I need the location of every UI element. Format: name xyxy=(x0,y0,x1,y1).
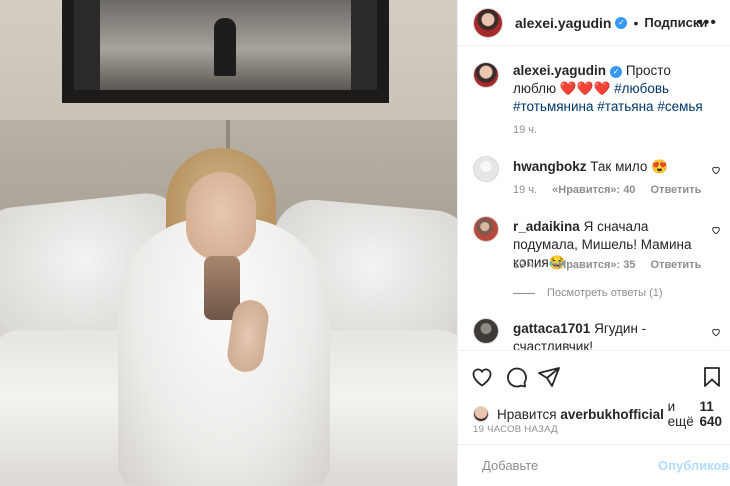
caption-text: alexei.yagudin ✓ Просто люблю ❤️❤️❤️ #люб… xyxy=(513,62,713,116)
comment-username[interactable]: r_adaikina xyxy=(513,219,580,234)
post-photo[interactable] xyxy=(0,0,457,486)
comment-input[interactable] xyxy=(482,458,658,473)
post-timestamp[interactable]: 19 ЧАСОВ НАЗАД xyxy=(473,424,558,435)
comment-text: gattaca1701 Ягудин - счастливчик! xyxy=(513,320,713,350)
hashtag[interactable]: #тотьмянина xyxy=(513,99,594,114)
caption-emoji: ❤️❤️❤️ xyxy=(559,81,611,96)
action-bar xyxy=(458,350,730,396)
publish-button[interactable]: Опубликовать xyxy=(658,458,730,473)
comment-likes[interactable]: «Нравится»: 35 xyxy=(552,259,635,271)
replies-line xyxy=(513,292,535,294)
photo-picture xyxy=(74,0,377,90)
heart-icon[interactable] xyxy=(711,165,721,175)
liker-avatar[interactable] xyxy=(473,406,489,422)
add-comment-bar: Опубликовать xyxy=(458,444,730,486)
comment-icon[interactable] xyxy=(504,365,528,389)
caption-meta: 19 ч. xyxy=(513,124,549,136)
likes-suffix: и ещё xyxy=(667,399,694,429)
bookmark-icon[interactable] xyxy=(700,365,724,389)
comment-time: 19 ч. xyxy=(513,259,538,271)
verified-icon: ✓ xyxy=(610,66,623,78)
comment-time: 19 ч. xyxy=(513,184,538,196)
caption-username[interactable]: alexei.yagudin xyxy=(513,63,606,78)
post-header: alexei.yagudin ✓ • Подписки ••• xyxy=(458,0,730,46)
hashtag[interactable]: #любовь xyxy=(614,81,669,96)
comment-meta: 19 ч. «Нравится»: 40 Ответить xyxy=(513,184,713,196)
comments-list[interactable]: alexei.yagudin ✓ Просто люблю ❤️❤️❤️ #люб… xyxy=(458,46,730,350)
comment-avatar[interactable] xyxy=(473,216,499,242)
comment-text: hwangbokz Так мило 😍 xyxy=(513,158,713,176)
reply-button[interactable]: Ответить xyxy=(651,259,702,271)
photo-picture-column xyxy=(74,0,100,90)
photo-person xyxy=(118,148,330,486)
header-separator: • xyxy=(633,14,639,31)
photo-picture-frame xyxy=(62,0,389,103)
liker-username[interactable]: averbukhofficial xyxy=(560,407,664,422)
hashtag[interactable]: #семья xyxy=(657,99,702,114)
instagram-post: alexei.yagudin ✓ • Подписки ••• alexei.y… xyxy=(0,0,730,486)
view-replies-button[interactable]: Посмотреть ответы (1) xyxy=(513,287,663,299)
view-replies-label: Посмотреть ответы (1) xyxy=(547,287,663,299)
comment-username[interactable]: gattaca1701 xyxy=(513,321,590,336)
post-side-panel: alexei.yagudin ✓ • Подписки ••• alexei.y… xyxy=(457,0,730,486)
comment-body: Так мило 😍 xyxy=(590,159,668,174)
photo-picture-figure xyxy=(214,18,236,76)
likes-count[interactable]: 11 640 xyxy=(700,399,730,429)
comment-likes[interactable]: «Нравится»: 40 xyxy=(552,184,635,196)
verified-icon: ✓ xyxy=(615,16,628,29)
author-username[interactable]: alexei.yagudin xyxy=(515,15,611,31)
heart-icon[interactable] xyxy=(470,365,494,389)
author-avatar[interactable] xyxy=(473,7,503,38)
caption-avatar[interactable] xyxy=(473,62,499,88)
share-icon[interactable] xyxy=(537,365,561,389)
likes-prefix: Нравится xyxy=(497,406,557,422)
caption-time: 19 ч. xyxy=(513,124,538,136)
photo-face xyxy=(186,172,256,260)
comment-username[interactable]: hwangbokz xyxy=(513,159,587,174)
comment-avatar[interactable] xyxy=(473,156,499,182)
heart-icon[interactable] xyxy=(711,225,721,235)
comment-meta: 19 ч. «Нравится»: 35 Ответить xyxy=(513,259,713,271)
more-icon[interactable]: ••• xyxy=(697,14,717,32)
hashtag[interactable]: #татьяна xyxy=(597,99,653,114)
comment-avatar[interactable] xyxy=(473,318,499,344)
photo-picture-column xyxy=(351,0,377,90)
heart-icon[interactable] xyxy=(711,327,721,337)
reply-button[interactable]: Ответить xyxy=(651,184,702,196)
